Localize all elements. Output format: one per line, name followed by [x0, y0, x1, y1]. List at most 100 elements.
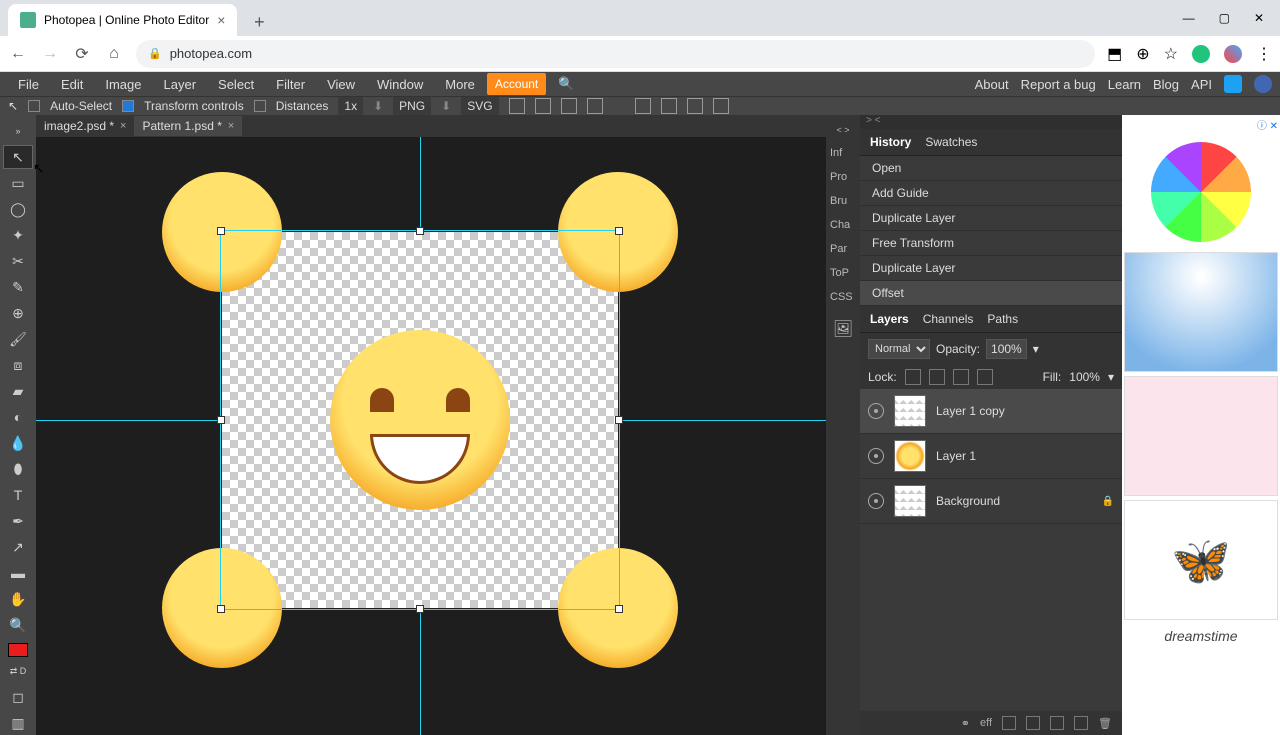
search-icon[interactable]: 🔍	[548, 72, 584, 96]
tab-paths[interactable]: Paths	[987, 312, 1018, 326]
panel-character[interactable]: Cha	[826, 213, 860, 237]
panel-tool-presets[interactable]: ToP	[826, 261, 860, 285]
install-icon[interactable]: ⬒	[1107, 44, 1122, 64]
layer-row[interactable]: Background 🔒	[860, 479, 1122, 524]
marquee-tool[interactable]: ▭	[3, 171, 33, 195]
export-png-button[interactable]: PNG	[393, 97, 431, 115]
panel-image-icon[interactable]: 🖼	[826, 313, 860, 345]
ad-image[interactable]	[1124, 252, 1278, 372]
distribute-v-icon[interactable]	[661, 98, 677, 114]
back-icon[interactable]: ←	[8, 44, 28, 64]
align-left-icon[interactable]	[509, 98, 525, 114]
distribute-spacing-icon[interactable]	[687, 98, 703, 114]
browser-tab[interactable]: Photopea | Online Photo Editor ×	[8, 4, 237, 36]
menu-select[interactable]: Select	[208, 73, 264, 96]
quickmask-icon[interactable]: ◻	[3, 685, 33, 709]
blend-mode-select[interactable]: Normal	[868, 339, 930, 359]
menu-file[interactable]: File	[8, 73, 49, 96]
home-icon[interactable]: ⌂	[104, 44, 124, 64]
doc-close-icon[interactable]: ×	[120, 120, 126, 132]
heal-tool[interactable]: ⊕	[3, 301, 33, 325]
facebook-icon[interactable]	[1254, 75, 1272, 93]
menu-filter[interactable]: Filter	[266, 73, 315, 96]
tab-swatches[interactable]: Swatches	[925, 135, 977, 149]
transform-handle[interactable]	[416, 605, 424, 613]
panel-info[interactable]: Inf	[826, 141, 860, 165]
collapse-toolbar-icon[interactable]: »	[3, 119, 33, 143]
zoom-tool[interactable]: 🔍	[3, 613, 33, 637]
type-tool[interactable]: T	[3, 483, 33, 507]
brush-tool[interactable]: 🖌	[3, 327, 33, 351]
menu-report-bug[interactable]: Report a bug	[1021, 77, 1096, 92]
panel-paragraph[interactable]: Par	[826, 237, 860, 261]
menu-edit[interactable]: Edit	[51, 73, 93, 96]
adjustment-icon[interactable]	[1026, 716, 1040, 730]
kebab-menu-icon[interactable]: ⋮	[1256, 44, 1272, 64]
opacity-value[interactable]: 100%	[986, 339, 1027, 359]
opacity-dropdown-icon[interactable]: ▾	[1033, 342, 1039, 356]
url-input[interactable]: 🔒 photopea.com	[136, 40, 1095, 68]
panel-css[interactable]: CSS	[826, 285, 860, 309]
visibility-icon[interactable]	[868, 403, 884, 419]
ad-image[interactable]	[1151, 142, 1251, 242]
gradient-tool[interactable]: ◐	[3, 405, 33, 429]
hand-tool[interactable]: ✋	[3, 587, 33, 611]
layer-row[interactable]: Layer 1 copy	[860, 389, 1122, 434]
fill-value[interactable]: 100%	[1069, 370, 1100, 384]
history-item[interactable]: Add Guide	[860, 181, 1122, 206]
link-layers-icon[interactable]: ⚭	[961, 717, 970, 730]
doc-tab-1[interactable]: image2.psd * ×	[36, 116, 134, 136]
align-top-icon[interactable]	[587, 98, 603, 114]
plus-circle-icon[interactable]: ⊕	[1136, 44, 1149, 64]
transform-bounds[interactable]	[220, 230, 620, 610]
menu-image[interactable]: Image	[95, 73, 151, 96]
folder-icon[interactable]	[1050, 716, 1064, 730]
panel-brush[interactable]: Bru	[826, 189, 860, 213]
move-tool[interactable]: ↖	[3, 145, 33, 169]
tab-history[interactable]: History	[870, 135, 911, 149]
lock-all-icon[interactable]	[977, 369, 993, 385]
color-swap-icon[interactable]: ⇄ D	[3, 659, 33, 683]
new-tab-button[interactable]: +	[245, 8, 273, 36]
expand-icon[interactable]: < >	[826, 119, 860, 141]
stamp-tool[interactable]: ⧈	[3, 353, 33, 377]
trash-icon[interactable]: 🗑	[1098, 717, 1112, 730]
distances-checkbox[interactable]	[254, 100, 266, 112]
wand-tool[interactable]: ✦	[3, 223, 33, 247]
ad-image[interactable]	[1124, 376, 1278, 496]
history-item[interactable]: Open	[860, 156, 1122, 181]
eraser-tool[interactable]: ▰	[3, 379, 33, 403]
pen-tool[interactable]: ✒	[3, 509, 33, 533]
history-item[interactable]: Duplicate Layer	[860, 256, 1122, 281]
mask-icon[interactable]	[1002, 716, 1016, 730]
transform-handle[interactable]	[416, 227, 424, 235]
lock-pixels-icon[interactable]	[905, 369, 921, 385]
tab-close-icon[interactable]: ×	[217, 12, 225, 28]
menu-blog[interactable]: Blog	[1153, 77, 1179, 92]
transform-handle[interactable]	[217, 416, 225, 424]
distribute-h-icon[interactable]	[635, 98, 651, 114]
collapse-right-icon[interactable]: > <	[866, 115, 880, 129]
visibility-icon[interactable]	[868, 448, 884, 464]
eyedropper-tool[interactable]: ✎	[3, 275, 33, 299]
tab-channels[interactable]: Channels	[923, 312, 974, 326]
eff-label[interactable]: eff	[980, 717, 992, 729]
new-layer-icon[interactable]	[1074, 716, 1088, 730]
menu-window[interactable]: Window	[367, 73, 433, 96]
menu-learn[interactable]: Learn	[1108, 77, 1141, 92]
foreground-color[interactable]	[8, 643, 28, 657]
layer-row[interactable]: Layer 1	[860, 434, 1122, 479]
grammarly-icon[interactable]	[1192, 45, 1210, 63]
zoom-select[interactable]: 1x	[338, 97, 363, 115]
menu-about[interactable]: About	[975, 77, 1009, 92]
menu-view[interactable]: View	[317, 73, 365, 96]
layer-thumbnail[interactable]	[894, 395, 926, 427]
export-svg-button[interactable]: SVG	[461, 97, 498, 115]
reload-icon[interactable]: ⟳	[72, 44, 92, 64]
panel-properties[interactable]: Pro	[826, 165, 860, 189]
transform-controls-checkbox[interactable]	[122, 100, 134, 112]
history-item[interactable]: Offset	[860, 281, 1122, 306]
history-item[interactable]: Free Transform	[860, 231, 1122, 256]
transform-handle[interactable]	[615, 227, 623, 235]
doc-close-icon[interactable]: ×	[228, 120, 234, 132]
